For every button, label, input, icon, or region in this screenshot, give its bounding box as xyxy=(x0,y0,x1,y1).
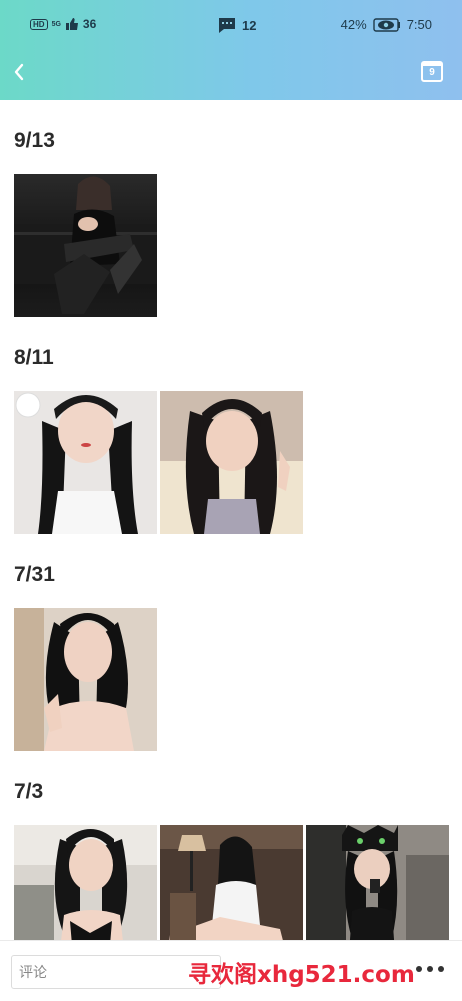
status-right: 42% 7:50 xyxy=(341,17,432,32)
photo-grid xyxy=(0,608,462,751)
photo-thumbnail[interactable] xyxy=(14,174,157,317)
message-icon xyxy=(219,18,235,33)
date-heading: 8/11 xyxy=(14,346,54,369)
more-button[interactable] xyxy=(414,959,446,979)
photo-timeline: 9/13 8/11 7/31 7/3 xyxy=(0,100,462,940)
photo-thumbnail[interactable] xyxy=(14,391,157,534)
thumb-icon xyxy=(65,18,78,30)
date-heading: 9/13 xyxy=(14,129,55,152)
date-section: 7/3 xyxy=(0,751,462,940)
photo-image xyxy=(306,825,449,940)
calendar-button[interactable]: 9 xyxy=(420,59,444,83)
header: HD 5G 36 12 42% 7:50 9 xyxy=(0,0,462,100)
date-section: 7/31 xyxy=(0,534,462,751)
photo-thumbnail[interactable] xyxy=(14,825,157,940)
photo-image xyxy=(14,391,157,534)
photo-grid xyxy=(0,174,462,317)
clock: 7:50 xyxy=(406,17,432,32)
photo-thumbnail[interactable] xyxy=(160,825,303,940)
photo-thumbnail[interactable] xyxy=(14,608,157,751)
date-heading: 7/3 xyxy=(14,780,44,803)
chevron-left-icon xyxy=(14,63,24,81)
hd-badge: HD xyxy=(30,18,48,30)
watermark-text: 寻欢阁xhg521.com xyxy=(188,962,415,988)
status-center: 12 xyxy=(218,17,256,33)
date-section: 9/13 xyxy=(0,100,462,317)
photo-thumbnail[interactable] xyxy=(306,825,449,940)
photo-grid xyxy=(0,391,462,534)
photo-thumbnail[interactable] xyxy=(160,391,303,534)
more-dots-icon xyxy=(416,966,444,972)
date-heading: 7/31 xyxy=(14,563,55,586)
signal-text: 5G xyxy=(51,20,61,28)
photo-image xyxy=(160,391,303,534)
status-left: HD 5G 36 xyxy=(30,17,96,31)
status-bar: HD 5G 36 12 42% 7:50 xyxy=(0,0,462,52)
calendar-day: 9 xyxy=(429,67,435,78)
back-button[interactable] xyxy=(8,56,38,86)
message-count: 12 xyxy=(242,17,257,33)
battery-percent: 42% xyxy=(340,17,367,32)
nav-bar: 9 xyxy=(0,52,462,100)
photo-image xyxy=(160,825,303,940)
photo-grid xyxy=(0,825,462,940)
battery-eye-icon xyxy=(372,17,400,32)
photo-image xyxy=(14,608,157,751)
signal-text-2: 36 xyxy=(82,17,97,31)
date-section: 8/11 xyxy=(0,317,462,534)
photo-image xyxy=(14,176,157,314)
photo-image xyxy=(14,825,157,940)
